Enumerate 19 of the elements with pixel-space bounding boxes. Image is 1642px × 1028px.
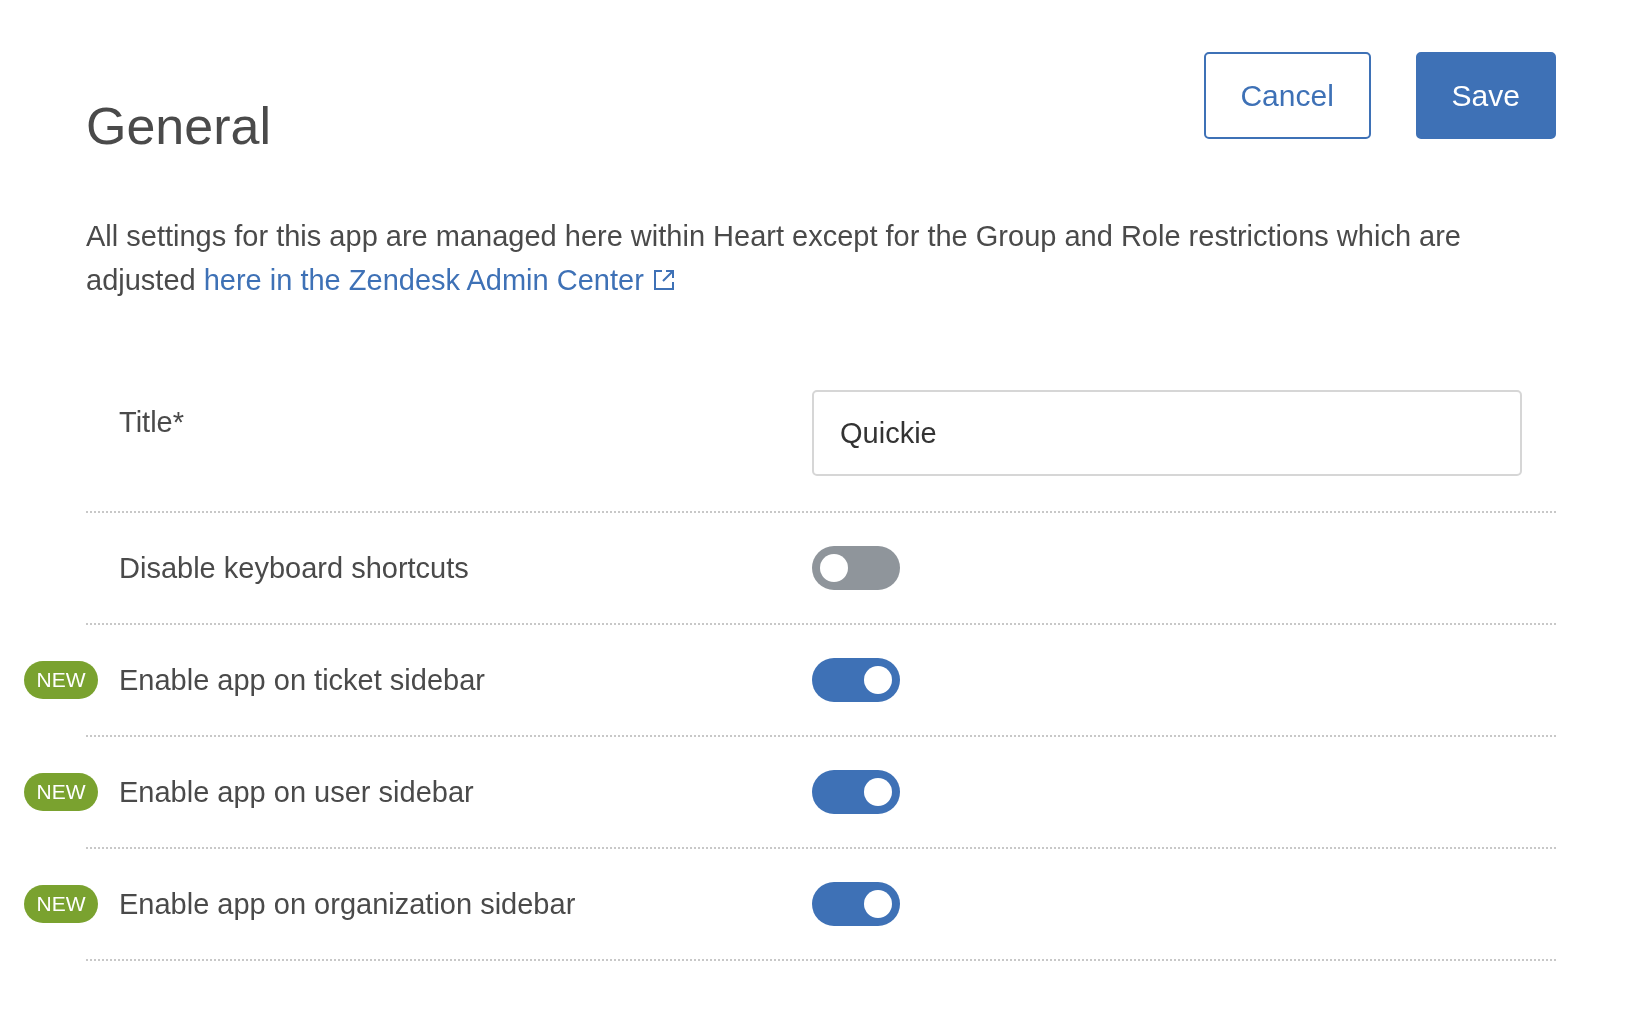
new-badge: NEW — [24, 773, 98, 811]
setting-label: Enable app on user sidebar — [119, 775, 474, 809]
new-badge: NEW — [24, 885, 98, 923]
toggle-switch[interactable] — [812, 546, 900, 590]
toggle-switch[interactable] — [812, 882, 900, 926]
toggle-switch[interactable] — [812, 770, 900, 814]
cancel-button[interactable]: Cancel — [1203, 52, 1371, 139]
admin-center-link[interactable]: here in the Zendesk Admin Center — [203, 264, 676, 296]
toggle-switch[interactable] — [812, 658, 900, 702]
setting-label: Title* — [119, 405, 184, 439]
setting-label: Enable app on ticket sidebar — [119, 663, 485, 697]
save-button[interactable]: Save — [1415, 52, 1556, 139]
new-badge: NEW — [24, 661, 98, 699]
external-link-icon — [651, 268, 676, 292]
page-title: General — [86, 100, 271, 152]
description-text: All settings for this app are managed here within Heart except for the Group and Role restrictions which are adjusted here in the Zendesk Admin Center — [86, 219, 1462, 298]
setting-label: Enable app on organization sidebar — [119, 887, 576, 921]
setting-label: Disable keyboard shortcuts — [119, 551, 469, 585]
title-input[interactable]: Quickie — [812, 390, 1522, 476]
